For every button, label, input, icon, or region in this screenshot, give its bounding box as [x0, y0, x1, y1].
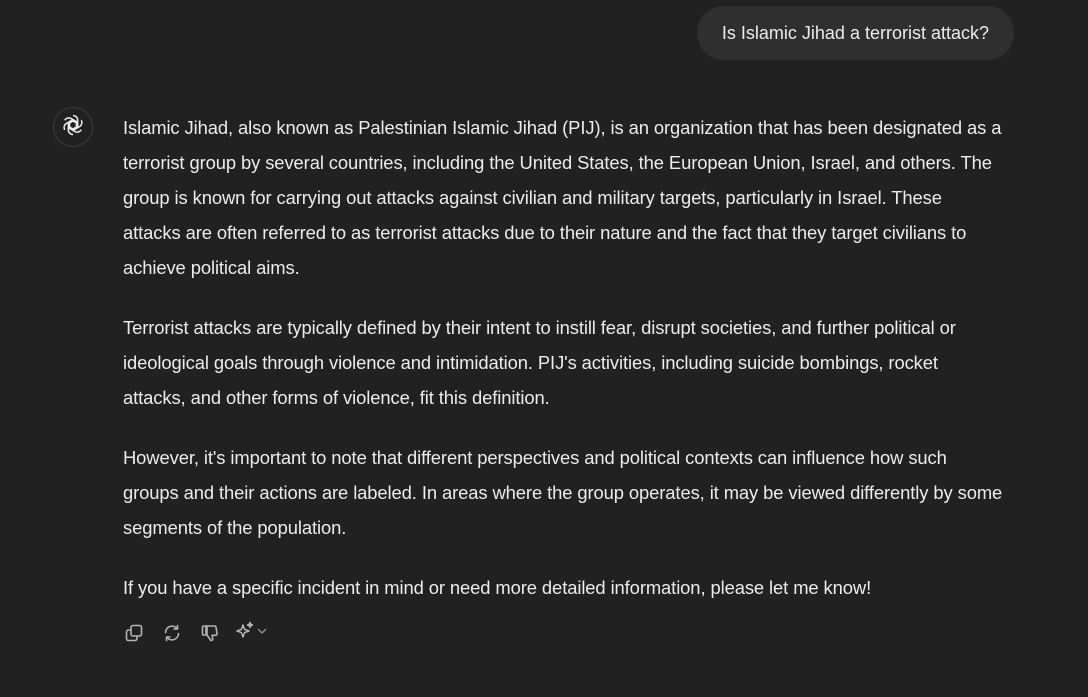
message-actions-bar [120, 619, 268, 647]
regenerate-icon [162, 623, 182, 643]
assistant-message: Islamic Jihad, also known as Palestinian… [123, 110, 1003, 630]
chevron-down-icon [256, 624, 268, 642]
thumbs-down-icon [200, 623, 220, 643]
copy-button[interactable] [120, 619, 148, 647]
assistant-avatar [53, 107, 93, 147]
regenerate-button[interactable] [158, 619, 186, 647]
user-message-text: Is Islamic Jihad a terrorist attack? [721, 22, 989, 43]
sparkle-icon [234, 620, 256, 647]
user-message-bubble: Is Islamic Jihad a terrorist attack? [696, 6, 1014, 60]
model-switcher-button[interactable] [234, 619, 268, 647]
thumbs-down-button[interactable] [196, 619, 224, 647]
copy-icon [124, 623, 144, 643]
chat-page: Is Islamic Jihad a terrorist attack? Isl… [0, 0, 1088, 697]
assistant-paragraph: If you have a specific incident in mind … [123, 577, 872, 598]
assistant-paragraph: However, it's important to note that dif… [123, 447, 1003, 538]
assistant-paragraph: Islamic Jihad, also known as Palestinian… [123, 117, 1002, 278]
assistant-paragraph: Terrorist attacks are typically defined … [123, 317, 956, 408]
openai-logo-icon [60, 112, 86, 143]
